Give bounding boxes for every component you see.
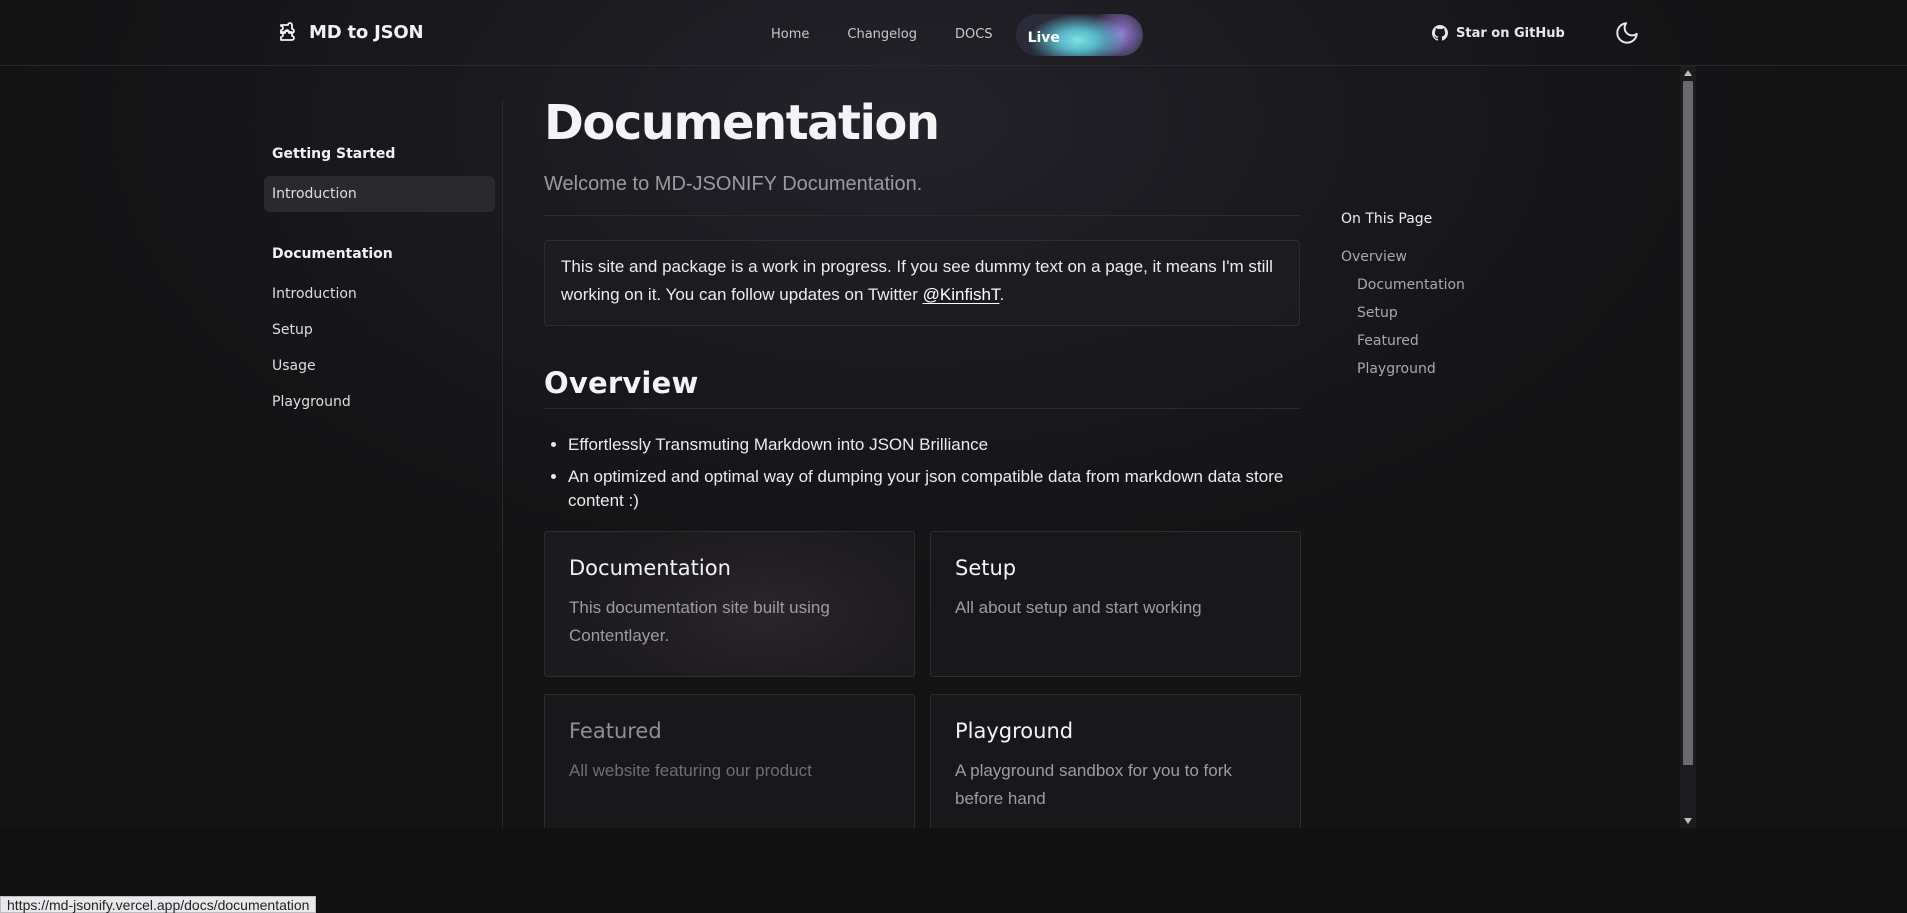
divider — [544, 408, 1300, 409]
toc-item-overview[interactable]: Overview — [1341, 243, 1541, 271]
sidebar-item-playground[interactable]: Playground — [264, 384, 504, 420]
card-title: Playground — [955, 719, 1074, 743]
puzzle-logo-icon — [280, 22, 295, 41]
card-description: All about setup and start working — [955, 598, 1202, 617]
twitter-link[interactable]: @KinfishT — [923, 285, 1000, 304]
sidebar-item-setup[interactable]: Setup — [264, 312, 504, 348]
link-status-bar: https://md-jsonify.vercel.app/docs/docum… — [0, 896, 317, 913]
sidebar-section-title: Getting Started — [272, 146, 396, 162]
divider — [544, 215, 1300, 216]
docs-sidebar: Getting Started Introduction Documentati… — [264, 100, 504, 420]
list-item: Effortlessly Transmuting Markdown into J… — [568, 433, 1300, 457]
vertical-scrollbar[interactable] — [1680, 66, 1696, 828]
main-content: Documentation Welcome to MD-JSONIFY Docu… — [544, 95, 1301, 828]
card-setup[interactable]: Setup All about setup and start working — [930, 531, 1301, 677]
overview-list: Effortlessly Transmuting Markdown into J… — [544, 433, 1300, 513]
brand[interactable]: MD to JSON — [275, 20, 424, 44]
card-playground[interactable]: Playground A playground sandbox for you … — [930, 694, 1301, 828]
page-lede: Welcome to MD-JSONIFY Documentation. — [544, 173, 923, 195]
scrollbar-thumb[interactable] — [1683, 81, 1693, 765]
toc-title: On This Page — [1341, 211, 1433, 227]
sidebar-section-title: Documentation — [272, 246, 393, 262]
github-icon — [1432, 25, 1448, 41]
brand-name: MD to JSON — [309, 21, 424, 43]
scroll-down-arrow-icon[interactable] — [1684, 818, 1692, 824]
toc-item-documentation[interactable]: Documentation — [1341, 271, 1541, 299]
sidebar-item-introduction[interactable]: Introduction — [264, 276, 504, 312]
card-description: This documentation site built using Cont… — [569, 598, 830, 645]
callout-text-end: . — [999, 285, 1005, 304]
sidebar-item-introduction[interactable]: Introduction — [264, 176, 495, 212]
nav-changelog[interactable]: Changelog — [828, 14, 936, 56]
toc-item-playground[interactable]: Playground — [1341, 355, 1541, 383]
scroll-up-arrow-icon[interactable] — [1684, 70, 1692, 76]
nav-live[interactable]: Live — [1016, 14, 1143, 56]
sidebar-section-getting-started: Getting Started Introduction — [264, 146, 504, 212]
wip-callout: This site and package is a work in progr… — [544, 240, 1300, 326]
sidebar-divider — [502, 100, 503, 828]
list-item: An optimized and optimal way of dumping … — [568, 465, 1300, 513]
overview-heading: Overview — [544, 366, 699, 400]
card-featured[interactable]: Featured All website featuring our produ… — [544, 694, 915, 828]
top-header: MD to JSON Home Changelog DOCS Live Star… — [0, 0, 1907, 66]
card-grid: Documentation This documentation site bu… — [544, 531, 1301, 828]
moon-theme-toggle-icon[interactable] — [1614, 20, 1640, 46]
card-title: Featured — [569, 719, 662, 743]
github-star-label: Star on GitHub — [1456, 25, 1565, 41]
sidebar-section-documentation: Documentation Introduction Setup Usage P… — [264, 246, 504, 420]
nav-home[interactable]: Home — [752, 14, 828, 56]
page-title: Documentation — [544, 95, 940, 151]
main-nav: Home Changelog DOCS Live — [752, 14, 1143, 56]
card-title: Setup — [955, 556, 1017, 580]
toc-item-featured[interactable]: Featured — [1341, 327, 1541, 355]
card-description: A playground sandbox for you to fork bef… — [955, 761, 1232, 808]
sidebar-item-usage[interactable]: Usage — [264, 348, 504, 384]
card-description: All website featuring our product — [569, 761, 812, 780]
nav-docs[interactable]: DOCS — [936, 14, 1012, 56]
app-window: MD to JSON Home Changelog DOCS Live Star… — [0, 0, 1907, 828]
card-documentation[interactable]: Documentation This documentation site bu… — [544, 531, 915, 677]
toc-item-setup[interactable]: Setup — [1341, 299, 1541, 327]
callout-text: This site and package is a work in progr… — [561, 257, 1273, 304]
github-star-button[interactable]: Star on GitHub — [1418, 14, 1579, 52]
card-title: Documentation — [569, 556, 731, 580]
on-this-page-toc: On This Page Overview Documentation Setu… — [1341, 211, 1541, 383]
